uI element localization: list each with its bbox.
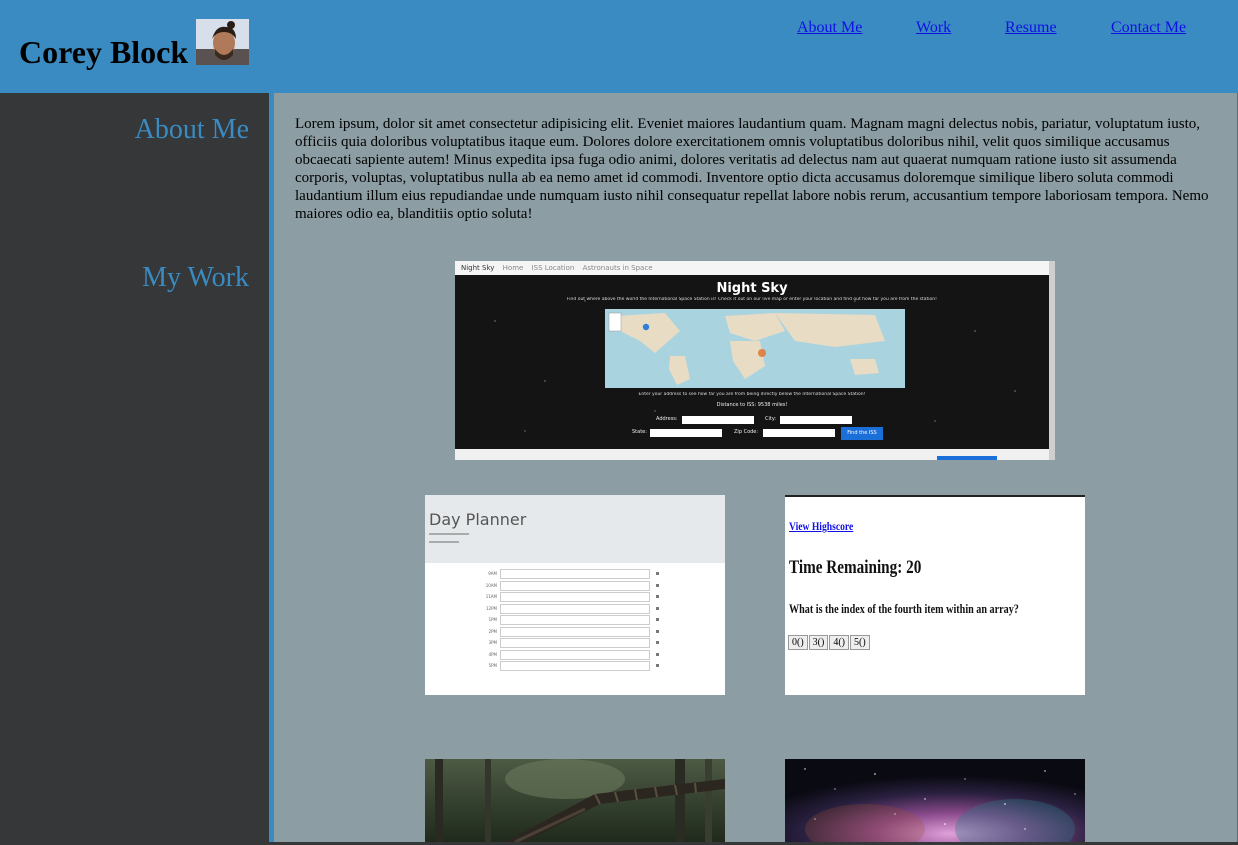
day-planner-hour: 10AM [485, 582, 497, 588]
day-planner-save-icon [656, 629, 659, 633]
day-planner-save-icon [656, 572, 659, 575]
night-sky-find-button: Find the ISS [847, 430, 877, 436]
night-sky-address-label: Address: [656, 416, 678, 422]
day-planner-hour: 12PM [486, 605, 497, 611]
sidebar-heading-about-me: About Me [134, 114, 249, 145]
day-planner-save-icon [656, 664, 659, 667]
about-paragraph: Lorem ipsum, dolor sit amet consectetur … [295, 116, 1209, 222]
day-planner-hour: 5PM [488, 663, 497, 668]
night-sky-nav-link: Astronauts in Space [582, 264, 653, 272]
day-planner-title: Day Planner [429, 510, 527, 529]
sidebar-heading-my-work: My Work [142, 262, 249, 293]
nav-about-me[interactable]: About Me [797, 19, 862, 37]
day-planner-hour: 3PM [488, 640, 497, 645]
quiz-highscore-link: View Highscore [789, 519, 854, 533]
day-planner-slot [500, 569, 650, 579]
quiz-answer: 0() [788, 635, 808, 650]
night-sky-prompt: Enter your address to see how far you ar… [638, 392, 866, 397]
day-planner-slot [500, 649, 650, 660]
night-sky-subtitle: Find out where above the world the Inter… [567, 297, 937, 302]
quiz-answer: 5() [850, 635, 870, 650]
day-planner-slot [500, 615, 650, 625]
day-planner-hour: 1PM [488, 617, 497, 622]
quiz-timer: Time Remaining: 20 [789, 557, 922, 578]
project-thumb-day-planner[interactable]: Day Planner 9AM 10AM 11AM 12PM 1PM 2PM 3PM 4PM 5… [425, 495, 725, 695]
day-planner-hour: 11AM [485, 594, 497, 599]
night-sky-nav-link: Home [502, 264, 524, 272]
night-sky-nav-brand: Night Sky [461, 264, 495, 272]
day-planner-save-icon [656, 583, 659, 587]
day-planner-slot [500, 592, 650, 602]
night-sky-state-label: State: [632, 429, 647, 435]
night-sky-city-label: City: [765, 416, 777, 422]
project-thumb-starry-sky[interactable] [785, 759, 1085, 842]
day-planner-save-icon [656, 595, 659, 598]
day-planner-save-icon [656, 652, 659, 656]
quiz-answer: 4() [829, 635, 850, 650]
day-planner-save-icon [656, 618, 659, 621]
day-planner-hour: 4PM [488, 651, 497, 657]
day-planner-save-icon [656, 641, 659, 644]
site-header: Corey Block About Me Work Resume Contact… [0, 0, 1238, 93]
night-sky-zip-label: Zip Code: [734, 429, 759, 435]
day-planner-slot [500, 580, 650, 591]
day-planner-hour: 2PM [488, 628, 497, 634]
day-planner-slot [500, 603, 650, 614]
profile-avatar [196, 19, 249, 65]
day-planner-hour: 9AM [488, 571, 497, 576]
nav-contact-me[interactable]: Contact Me [1111, 19, 1186, 37]
project-thumb-night-sky[interactable]: Night Sky Home ISS Location Astronauts i… [455, 261, 1055, 460]
sidebar: About Me My Work [0, 93, 269, 845]
day-planner-slot [500, 661, 650, 671]
quiz-answer: 3() [808, 635, 829, 650]
nav-resume[interactable]: Resume [1005, 19, 1057, 37]
project-thumb-forest-bridge[interactable] [425, 759, 725, 842]
day-planner-slot [500, 626, 650, 637]
night-sky-title: Night Sky [716, 281, 788, 296]
night-sky-distance: Distance to ISS: 9538 miles! [716, 402, 788, 408]
day-planner-save-icon [656, 606, 659, 610]
site-title: Corey Block [19, 34, 189, 70]
main-content: Lorem ipsum, dolor sit amet consectetur … [274, 93, 1237, 842]
project-thumb-quiz[interactable]: View Highscore Time Remaining: 20 What i… [785, 495, 1085, 695]
night-sky-nav-link: ISS Location [531, 264, 575, 272]
day-planner-slot [500, 638, 650, 648]
nav-work[interactable]: Work [916, 19, 951, 37]
quiz-question: What is the index of the fourth item wit… [789, 601, 1019, 616]
